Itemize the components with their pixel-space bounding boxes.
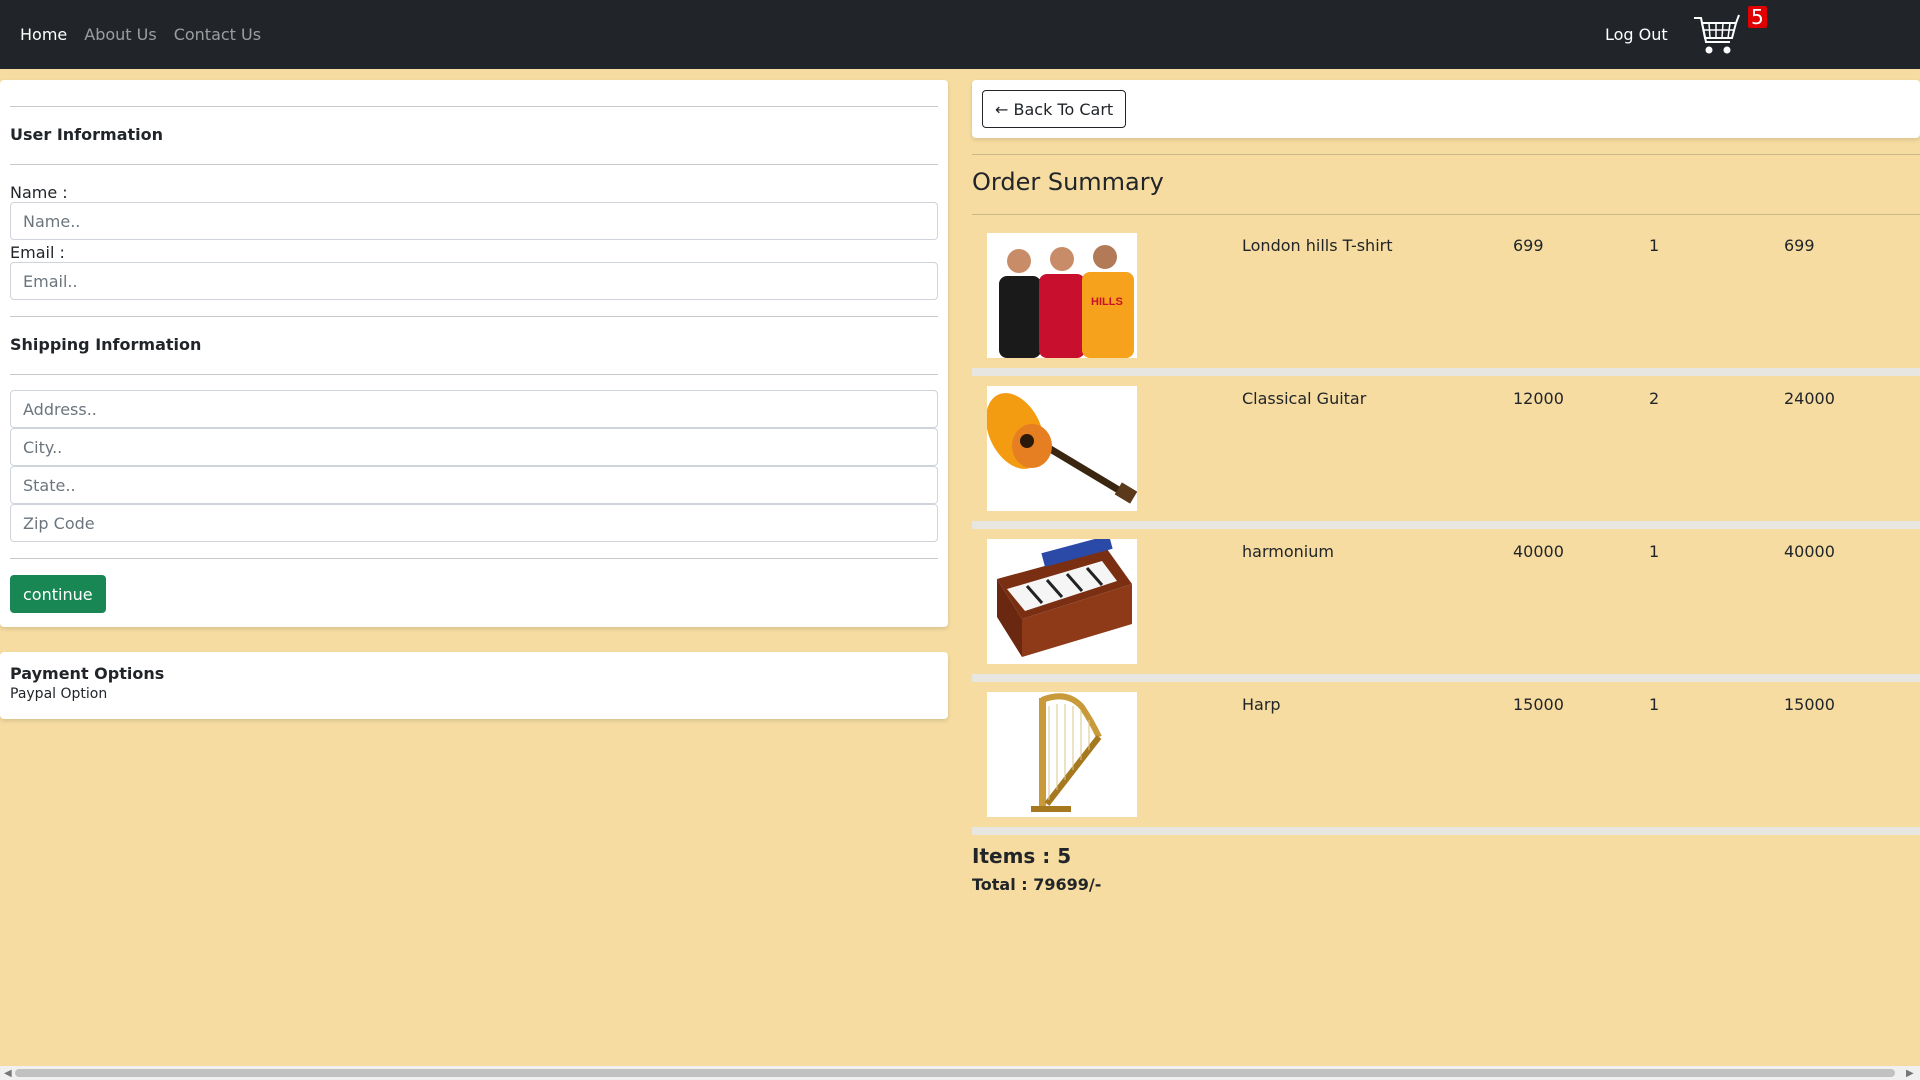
- item-quantity: 1: [1649, 236, 1660, 255]
- cart-count-badge: 5: [1748, 6, 1767, 28]
- harmonium-image: [987, 539, 1137, 664]
- order-item-row: harmonium 40000 1 40000: [972, 522, 1920, 675]
- items-count: Items : 5: [972, 844, 1072, 868]
- nav-link-home[interactable]: Home: [20, 25, 67, 44]
- item-quantity: 1: [1649, 542, 1660, 561]
- divider: [972, 154, 1920, 155]
- item-total: 15000: [1784, 695, 1835, 714]
- item-quantity: 1: [1649, 695, 1660, 714]
- city-input[interactable]: [10, 428, 938, 466]
- continue-button[interactable]: continue: [10, 575, 106, 613]
- item-price: 15000: [1513, 695, 1564, 714]
- item-total: 40000: [1784, 542, 1835, 561]
- tshirt-image: HILLS: [987, 233, 1137, 358]
- back-to-cart-button[interactable]: ← Back To Cart: [982, 90, 1127, 128]
- state-input[interactable]: [10, 466, 938, 504]
- name-input[interactable]: [10, 202, 938, 240]
- back-to-cart-box: ← Back To Cart: [972, 80, 1920, 138]
- item-price: 40000: [1513, 542, 1564, 561]
- scrollbar-thumb[interactable]: [15, 1069, 1895, 1077]
- row-separator: [972, 827, 1920, 835]
- paypal-option[interactable]: Paypal Option: [10, 686, 938, 702]
- item-total: 699: [1784, 236, 1815, 255]
- item-name: London hills T-shirt: [1242, 236, 1393, 255]
- user-info-title: User Information: [10, 125, 163, 144]
- shipping-info-title: Shipping Information: [10, 335, 202, 354]
- scroll-right-icon[interactable]: ▶: [1906, 1068, 1914, 1079]
- payment-options-title: Payment Options: [10, 664, 165, 683]
- scroll-left-icon[interactable]: ◀: [4, 1068, 12, 1079]
- item-price: 699: [1513, 236, 1544, 255]
- navbar: Home About Us Contact Us Log Out 5: [0, 0, 1920, 69]
- nav-links: Home About Us Contact Us: [20, 25, 278, 44]
- svg-text:HILLS: HILLS: [1091, 296, 1123, 308]
- item-name: Classical Guitar: [1242, 389, 1367, 408]
- email-input[interactable]: [10, 262, 938, 300]
- logout-link[interactable]: Log Out: [1605, 25, 1668, 44]
- order-total: Total : 79699/-: [972, 875, 1102, 894]
- item-total: 24000: [1784, 389, 1835, 408]
- item-name: Harp: [1242, 695, 1281, 714]
- horizontal-scrollbar[interactable]: ◀ ▶: [0, 1066, 1920, 1080]
- guitar-image: [987, 386, 1137, 511]
- cart-icon[interactable]: [1692, 12, 1740, 58]
- nav-link-about[interactable]: About Us: [84, 25, 156, 44]
- nav-right: Log Out: [1605, 0, 1740, 69]
- item-price: 12000: [1513, 389, 1564, 408]
- checkout-form: User Information Name : Email : Shipping…: [0, 80, 948, 627]
- payment-options-box: Payment Options Paypal Option: [0, 652, 948, 719]
- order-item-row: Classical Guitar 12000 2 24000: [972, 369, 1920, 522]
- harp-image: [987, 692, 1137, 817]
- email-label: Email :: [10, 243, 65, 262]
- zip-input[interactable]: [10, 504, 938, 542]
- order-summary-title: Order Summary: [972, 168, 1164, 196]
- item-name: harmonium: [1242, 542, 1334, 561]
- name-label: Name :: [10, 183, 68, 202]
- address-input[interactable]: [10, 390, 938, 428]
- nav-link-contact[interactable]: Contact Us: [174, 25, 261, 44]
- item-quantity: 2: [1649, 389, 1660, 408]
- order-item-row: Harp 15000 1 15000: [972, 675, 1920, 828]
- order-item-row: HILLS London hills T-shirt 699 1 699: [972, 216, 1920, 369]
- divider: [972, 214, 1920, 215]
